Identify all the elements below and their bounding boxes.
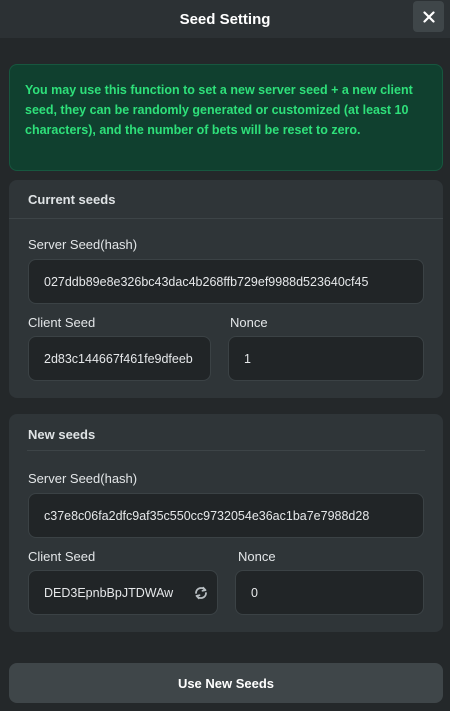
new-seeds-panel: New seeds Server Seed(hash) Client Seed …: [9, 414, 443, 632]
current-client-seed-label: Client Seed: [28, 315, 96, 330]
close-icon: [422, 10, 435, 23]
new-nonce-field[interactable]: [235, 570, 424, 615]
new-server-seed-input[interactable]: [44, 508, 423, 523]
new-server-seed-label: Server Seed(hash): [28, 471, 138, 486]
current-nonce-input[interactable]: [244, 351, 423, 366]
close-button[interactable]: [413, 1, 444, 32]
new-seeds-title: New seeds: [28, 427, 96, 442]
modal-title: Seed Setting: [179, 10, 271, 28]
refresh-icon[interactable]: [193, 584, 209, 601]
new-client-seed-field[interactable]: [28, 570, 218, 615]
panel-divider: [9, 218, 443, 219]
use-new-seeds-button[interactable]: Use New Seeds: [9, 663, 443, 703]
panel-divider: [27, 450, 425, 451]
current-nonce-field[interactable]: [228, 336, 424, 381]
info-notice: You may use this function to set a new s…: [9, 64, 443, 171]
current-nonce-label: Nonce: [230, 315, 268, 330]
new-nonce-input[interactable]: [251, 585, 423, 600]
current-server-seed-label: Server Seed(hash): [28, 237, 138, 252]
current-client-seed-field[interactable]: [28, 336, 211, 381]
current-seeds-title: Current seeds: [28, 192, 116, 207]
current-seeds-panel: Current seeds Server Seed(hash) Client S…: [9, 180, 443, 398]
current-client-seed-input[interactable]: [44, 351, 210, 366]
current-server-seed-field[interactable]: [28, 259, 424, 304]
info-notice-text: You may use this function to set a new s…: [25, 83, 413, 137]
modal-header: Seed Setting: [0, 0, 450, 38]
new-client-seed-input[interactable]: [44, 585, 187, 600]
new-client-seed-label: Client Seed: [28, 549, 96, 564]
seed-setting-modal: Seed Setting You may use this function t…: [0, 0, 450, 711]
current-server-seed-input[interactable]: [44, 274, 423, 289]
new-server-seed-field[interactable]: [28, 493, 424, 538]
new-nonce-label: Nonce: [238, 549, 276, 564]
